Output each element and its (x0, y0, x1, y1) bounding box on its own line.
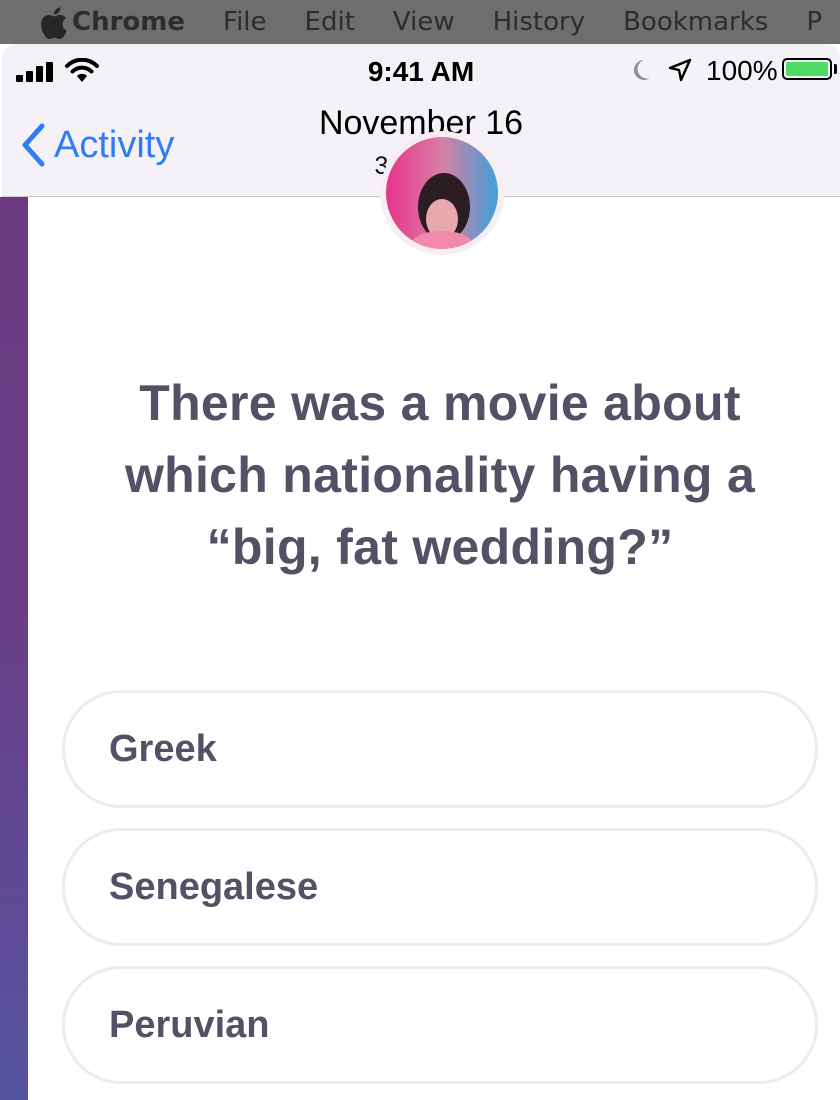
menu-chrome[interactable]: Chrome (72, 7, 185, 37)
answer-option-greek[interactable]: Greek (62, 690, 818, 808)
answer-label: Peruvian (109, 1003, 270, 1046)
quiz-card: There was a movie about which nationalit… (0, 137, 840, 1100)
battery-percentage: 100% (706, 55, 778, 86)
question-text: There was a movie about which nationalit… (124, 375, 756, 575)
menu-people-truncated[interactable]: P (806, 7, 822, 37)
answer-option-peruvian[interactable]: Peruvian (62, 966, 818, 1084)
nav-title: November 16 (318, 104, 524, 142)
answer-label: Senegalese (109, 865, 319, 908)
menu-edit[interactable]: Edit (305, 7, 355, 37)
menu-file[interactable]: File (223, 7, 267, 37)
menu-bookmarks[interactable]: Bookmarks (623, 7, 768, 37)
card-edge-strip (0, 197, 28, 1100)
answer-option-senegalese[interactable]: Senegalese (62, 828, 818, 946)
battery-icon (782, 58, 832, 80)
do-not-disturb-moon-icon (630, 58, 652, 87)
menu-view[interactable]: View (393, 7, 455, 37)
menu-history[interactable]: History (493, 7, 586, 37)
battery-nub (834, 64, 837, 74)
answer-label: Greek (109, 727, 217, 770)
macos-menu-bar: Chrome File Edit View History Bookmarks … (0, 0, 840, 44)
location-arrow-icon (668, 58, 692, 87)
status-bar: 9:41 AM 100% (2, 44, 840, 96)
avatar (386, 137, 498, 249)
